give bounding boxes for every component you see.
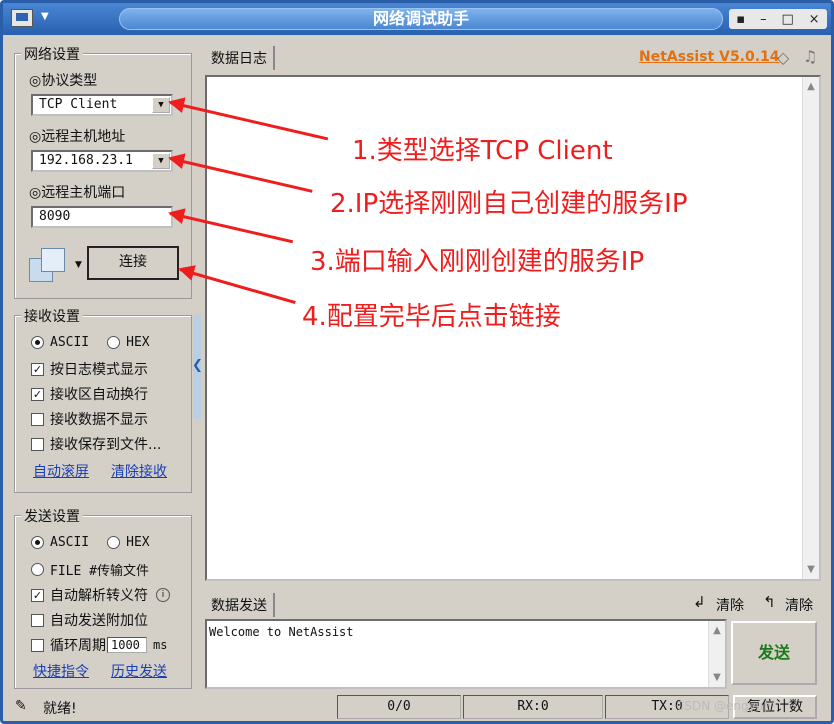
connect-button[interactable]: 连接 bbox=[87, 246, 179, 280]
minimize-button[interactable]: – bbox=[760, 12, 767, 27]
send-option-label: 自动发送附加位 bbox=[50, 613, 148, 629]
pin-icon[interactable]: ▪ bbox=[736, 12, 745, 27]
checkbox-checked[interactable]: ✓ bbox=[31, 588, 44, 602]
scroll-down-icon[interactable]: ▼ bbox=[803, 564, 819, 575]
clear-all-button[interactable]: 清除 bbox=[785, 595, 813, 615]
status-ready: 就绪! bbox=[43, 701, 77, 717]
send-history-link[interactable]: 历史发送 bbox=[111, 661, 167, 681]
send-input-text: Welcome to NetAssist bbox=[209, 625, 354, 639]
system-menu-icon[interactable] bbox=[11, 9, 33, 27]
maximize-button[interactable]: □ bbox=[781, 12, 793, 27]
network-dropdown-arrow-icon[interactable]: ▼ bbox=[75, 260, 82, 270]
annotation-4: 4.配置完毕后点击链接 bbox=[302, 302, 561, 332]
receive-encoding-row: ASCII HEX bbox=[31, 335, 150, 350]
receive-hex-radio[interactable] bbox=[107, 336, 121, 349]
version-link[interactable]: NetAssist V5.0.14 bbox=[639, 49, 780, 65]
tab-data-log[interactable]: 数据日志 bbox=[205, 46, 275, 70]
loop-period-input[interactable]: 1000 bbox=[107, 637, 147, 653]
send-option-append[interactable]: 自动发送附加位 bbox=[31, 610, 148, 630]
app-window: ▼ 网络调试助手 ▪ – □ × 网络设置 ◎协议类型 TCP Client ▼… bbox=[0, 0, 834, 724]
collapse-arrow-icon[interactable]: ❮ bbox=[192, 358, 203, 373]
loop-period-label: 循环周期 bbox=[50, 638, 106, 654]
receive-option-label: 接收数据不显示 bbox=[50, 412, 148, 428]
remote-port-input[interactable]: 8090 bbox=[31, 206, 173, 228]
log-scrollbar[interactable]: ▲ ▼ bbox=[802, 77, 819, 579]
send-scrollbar[interactable]: ▲ ▼ bbox=[708, 621, 725, 687]
protocol-label: ◎协议类型 bbox=[29, 73, 98, 89]
system-menu-arrow-icon[interactable]: ▼ bbox=[41, 11, 49, 22]
checkbox-unchecked[interactable] bbox=[31, 412, 44, 426]
receive-ascii-label: ASCII bbox=[50, 335, 90, 350]
send-option-label: 自动解析转义符 bbox=[50, 588, 148, 604]
ready-icon: ✎ bbox=[15, 698, 27, 714]
checkbox-unchecked[interactable] bbox=[31, 437, 44, 451]
send-ascii-radio[interactable] bbox=[31, 536, 44, 549]
receive-settings-title: 接收设置 bbox=[21, 306, 83, 326]
send-hex-radio[interactable] bbox=[107, 536, 121, 549]
scroll-up-icon[interactable]: ▲ bbox=[803, 81, 819, 92]
info-icon[interactable]: i bbox=[156, 588, 170, 602]
receive-option-label: 接收保存到文件... bbox=[50, 437, 162, 453]
status-rx: RX:0 bbox=[463, 695, 603, 719]
annotation-2: 2.IP选择刚刚自己创建的服务IP bbox=[330, 189, 688, 219]
checkbox-checked[interactable]: ✓ bbox=[31, 387, 44, 401]
remote-host-value: 192.168.23.1 bbox=[39, 153, 133, 168]
checkbox-checked[interactable]: ✓ bbox=[31, 362, 44, 376]
send-settings-title: 发送设置 bbox=[21, 506, 83, 526]
send-file-radio[interactable] bbox=[31, 563, 44, 576]
receive-option-save-file[interactable]: 接收保存到文件... bbox=[31, 434, 161, 454]
remote-host-label: ◎远程主机地址 bbox=[29, 129, 126, 145]
status-count: 0/0 bbox=[337, 695, 461, 719]
remote-host-select[interactable]: 192.168.23.1 ▼ bbox=[31, 150, 173, 172]
checkbox-unchecked[interactable] bbox=[31, 613, 44, 627]
loop-period-unit: ms bbox=[153, 638, 168, 652]
clear-up-arrow-icon[interactable]: ↰ bbox=[763, 593, 776, 611]
send-file-row[interactable]: FILE #传输文件 bbox=[31, 560, 149, 579]
annotation-3: 3.端口输入刚刚创建的服务IP bbox=[310, 247, 645, 277]
shortcut-commands-link[interactable]: 快捷指令 bbox=[33, 661, 89, 681]
receive-option-hide-data[interactable]: 接收数据不显示 bbox=[31, 409, 148, 429]
checkbox-unchecked[interactable] bbox=[31, 638, 44, 652]
send-option-escape[interactable]: ✓ 自动解析转义符 i bbox=[31, 585, 170, 605]
window-controls: ▪ – □ × bbox=[729, 9, 827, 29]
remote-port-value: 8090 bbox=[39, 209, 71, 224]
send-button[interactable]: 发送 bbox=[731, 621, 817, 685]
network-icon[interactable] bbox=[29, 246, 69, 284]
window-title: 网络调试助手 bbox=[119, 8, 723, 30]
annotation-1: 1.类型选择TCP Client bbox=[352, 136, 613, 166]
bell-icon[interactable]: ♫ bbox=[803, 47, 817, 66]
receive-option-log-mode[interactable]: ✓ 按日志模式显示 bbox=[31, 359, 148, 379]
network-settings-title: 网络设置 bbox=[21, 44, 83, 64]
diamond-icon[interactable]: ◇ bbox=[777, 48, 789, 67]
send-hex-label: HEX bbox=[126, 535, 150, 550]
receive-option-label: 按日志模式显示 bbox=[50, 362, 148, 378]
protocol-select[interactable]: TCP Client ▼ bbox=[31, 94, 173, 116]
title-bar[interactable]: ▼ 网络调试助手 ▪ – □ × bbox=[3, 3, 831, 35]
auto-scroll-link[interactable]: 自动滚屏 bbox=[33, 461, 89, 481]
clear-send-button[interactable]: 清除 bbox=[716, 595, 744, 615]
send-encoding-row: ASCII HEX bbox=[31, 535, 150, 550]
receive-hex-label: HEX bbox=[126, 335, 150, 350]
close-button[interactable]: × bbox=[809, 12, 820, 27]
protocol-value: TCP Client bbox=[39, 97, 118, 112]
send-file-label: FILE #传输文件 bbox=[50, 564, 149, 579]
receive-ascii-radio[interactable] bbox=[31, 336, 44, 349]
tab-data-send[interactable]: 数据发送 bbox=[205, 593, 275, 617]
network-settings-group: 网络设置 ◎协议类型 TCP Client ▼ ◎远程主机地址 192.168.… bbox=[14, 44, 192, 299]
clear-arrow-icon[interactable]: ↲ bbox=[693, 593, 706, 611]
scroll-up-icon[interactable]: ▲ bbox=[709, 625, 725, 636]
clear-receive-link[interactable]: 清除接收 bbox=[111, 461, 167, 481]
send-loop-row[interactable]: 循环周期 1000 ms bbox=[31, 635, 167, 655]
remote-port-label: ◎远程主机端口 bbox=[29, 185, 126, 201]
receive-option-auto-wrap[interactable]: ✓ 接收区自动换行 bbox=[31, 384, 148, 404]
send-input[interactable]: Welcome to NetAssist ▲ ▼ bbox=[205, 619, 727, 689]
send-ascii-label: ASCII bbox=[50, 535, 90, 550]
watermark: CSDN @engyun bbox=[676, 699, 771, 713]
scroll-down-icon[interactable]: ▼ bbox=[709, 672, 725, 683]
receive-option-label: 接收区自动换行 bbox=[50, 387, 148, 403]
